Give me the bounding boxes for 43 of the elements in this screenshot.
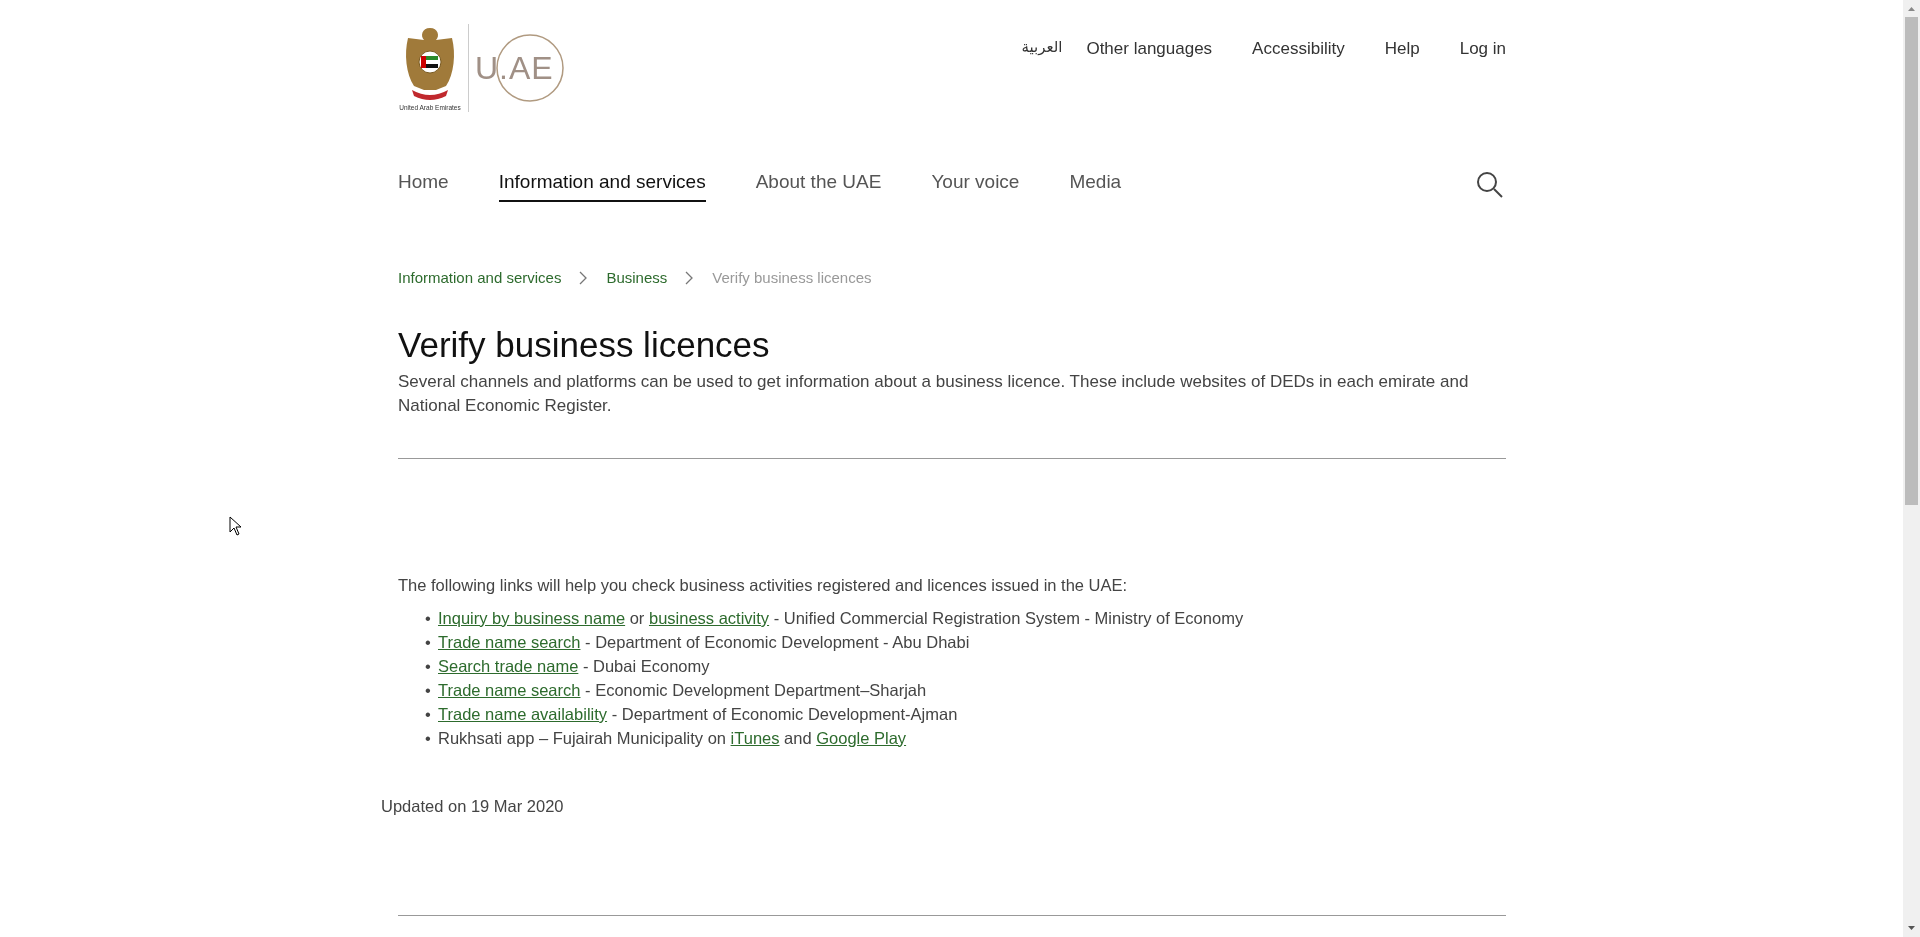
list-item: Trade name availability - Department of Economic Development-Ajman xyxy=(438,703,958,725)
text-link[interactable]: Trade name search xyxy=(438,632,581,651)
breadcrumb-link[interactable]: Business xyxy=(606,266,668,290)
text-link[interactable]: iTunes xyxy=(730,728,780,747)
breadcrumb-current: Verify business licences xyxy=(712,267,872,288)
text-link[interactable]: Inquiry by business name xyxy=(438,608,626,627)
list-item: Search trade name - Dubai Economy xyxy=(438,655,710,677)
list-item: Trade name search - Economic Development Department–Sharjah xyxy=(438,679,927,701)
header-link[interactable]: Help xyxy=(1384,36,1420,62)
text-link[interactable]: Trade name availability xyxy=(438,704,608,723)
bullet: • xyxy=(424,607,432,629)
scrollbar[interactable] xyxy=(1903,0,1920,937)
bullet: • xyxy=(424,727,432,749)
search-icon[interactable] xyxy=(1476,171,1504,199)
intro-text: The following links will help you check business activities registered and licences issued in the UAE: xyxy=(398,575,1129,596)
nav-link[interactable]: Your voice xyxy=(931,167,1020,203)
list-item: Trade name search - Department of Economic Development - Abu Dhabi xyxy=(438,631,970,653)
mouse-cursor-icon xyxy=(229,516,242,536)
chevron-icon xyxy=(579,271,589,285)
bullet: • xyxy=(424,655,432,677)
bullet: • xyxy=(424,631,432,653)
list-item: Rukhsati app – Fujairah Municipality on iTunes and Google Play xyxy=(438,727,907,749)
breadcrumb-link[interactable]: Information and services xyxy=(398,266,562,290)
header-link[interactable]: العربية xyxy=(1021,36,1063,62)
scrollbar-thumb[interactable] xyxy=(1905,17,1918,505)
bullet: • xyxy=(424,703,432,725)
page-summary: Several channels and platforms can be used to get information about a business licence. These include websites of DEDs in each emirate and National Economic Register. xyxy=(398,371,1470,417)
text-link[interactable]: business activity xyxy=(648,608,770,627)
nav-link[interactable]: Information and services xyxy=(498,167,706,203)
text-link[interactable]: Google Play xyxy=(816,728,907,747)
header-link[interactable]: Accessibility xyxy=(1252,36,1345,62)
chevron-icon xyxy=(685,271,695,285)
text-link[interactable]: Search trade name xyxy=(438,656,579,675)
bullet: • xyxy=(424,679,432,701)
nav-link[interactable]: Media xyxy=(1069,167,1122,203)
header-link[interactable]: Log in xyxy=(1459,36,1506,62)
page-title: Verify business licences xyxy=(398,324,771,366)
updated-date: Updated on 19 Mar 2020 xyxy=(381,795,565,817)
list-item: Inquiry by business name or business activity - Unified Commercial Registration System - Ministry of Economy xyxy=(438,607,1244,629)
nav-link[interactable]: Home xyxy=(398,167,449,203)
text-link[interactable]: Trade name search xyxy=(438,680,581,699)
nav-link[interactable]: About the UAE xyxy=(755,167,882,203)
header-link[interactable]: Other languages xyxy=(1086,36,1213,62)
